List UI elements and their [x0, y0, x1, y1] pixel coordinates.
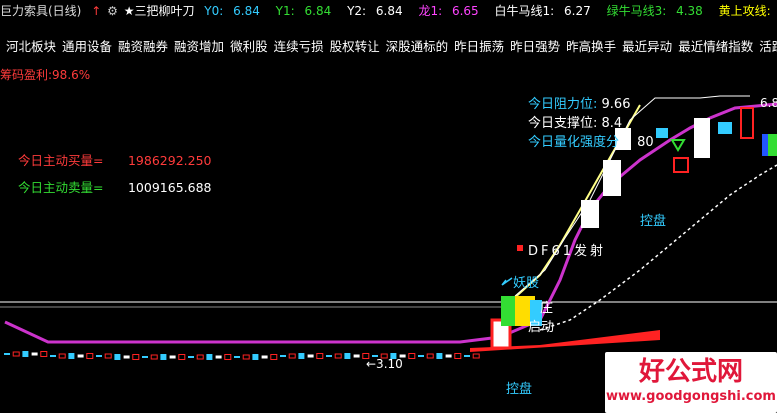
site-watermark: 好公式网 www.goodgongshi.com [605, 352, 777, 413]
base-candle [472, 353, 480, 359]
start-label: 启动 [528, 320, 555, 335]
green-down-arrow-icon [670, 139, 686, 152]
base-candle [31, 352, 38, 356]
base-candle [280, 355, 286, 357]
base-candle [40, 351, 48, 357]
base-candle [224, 354, 232, 360]
base-candle [188, 356, 194, 358]
base-candle [150, 354, 158, 360]
demon-stock-label: 妖股 [513, 276, 540, 291]
base-candle [252, 354, 259, 360]
base-candle [408, 353, 416, 359]
base-candle [334, 353, 342, 359]
candle[interactable] [740, 107, 754, 139]
base-candle [114, 354, 121, 360]
base-candle [445, 354, 452, 358]
df-marker [517, 245, 523, 251]
base-candle [261, 355, 268, 359]
pointer-arrow-icon [501, 277, 513, 286]
base-candle [270, 354, 278, 360]
support-readout: 今日支撑位: 8.4 [528, 116, 623, 131]
base-candle [68, 353, 75, 359]
base-candle [178, 354, 186, 360]
candle[interactable] [581, 200, 599, 228]
base-candle [58, 353, 66, 359]
base-candle [454, 353, 462, 359]
dealer-label: 庄 [540, 301, 554, 316]
base-candle [288, 353, 296, 359]
low-price-label: ←3.10 [366, 357, 403, 371]
base-candle [123, 355, 130, 359]
control-label-lower: 控盘 [506, 382, 533, 397]
watermark-url: www.goodgongshi.com [606, 389, 776, 404]
base-candle [426, 353, 434, 359]
base-candle [215, 355, 222, 359]
candle[interactable] [768, 134, 777, 156]
base-candle [242, 354, 250, 360]
control-label-upper: 控盘 [640, 214, 667, 229]
high-price-label: 6.8 [760, 96, 777, 110]
base-candle [326, 355, 332, 357]
candle[interactable] [673, 157, 689, 173]
base-candle [96, 355, 102, 357]
base-candles [4, 351, 480, 360]
df-launch-label: DF61发射 [528, 244, 607, 259]
base-candle [464, 355, 470, 357]
base-candle [169, 355, 176, 359]
base-candle [436, 353, 443, 359]
candle[interactable] [603, 160, 621, 196]
base-candle [132, 354, 140, 360]
base-candle [196, 354, 204, 360]
base-candle [160, 354, 167, 360]
base-candle [418, 355, 424, 357]
base-candle [353, 354, 360, 358]
candle[interactable] [718, 122, 732, 134]
base-candle [298, 353, 305, 359]
base-candle [206, 354, 213, 360]
base-candle [86, 353, 94, 359]
base-candle [77, 354, 84, 358]
quant-readout: 今日量化强度分 80 [528, 135, 654, 150]
base-candle [12, 351, 20, 357]
base-candle [4, 353, 10, 355]
base-candle [316, 353, 324, 359]
base-candle [50, 355, 56, 357]
base-candle [142, 356, 148, 358]
base-candle [104, 353, 112, 359]
base-candle [307, 354, 314, 358]
watermark-title: 好公式网 [638, 357, 743, 387]
candle[interactable] [694, 118, 710, 158]
base-candle [234, 356, 240, 358]
candle[interactable] [656, 128, 668, 138]
base-candle [344, 353, 351, 359]
resistance-readout: 今日阻力位: 9.66 [528, 97, 631, 112]
base-candle [22, 351, 29, 357]
